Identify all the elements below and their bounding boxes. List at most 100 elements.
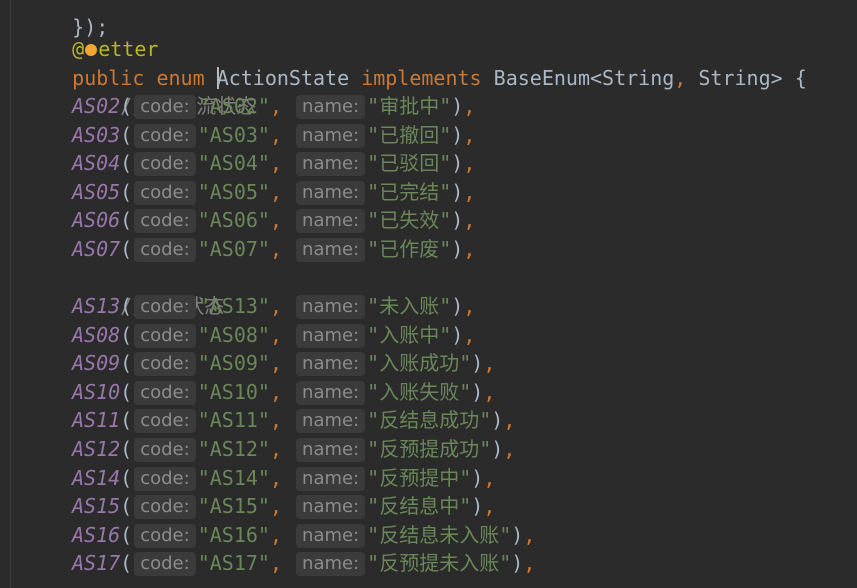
code-comment: // 工作流状态 xyxy=(24,63,256,118)
enum-constant-name[interactable]: AS13 xyxy=(72,294,120,318)
enum-constant-name[interactable]: AS10 xyxy=(72,380,120,404)
label-string: "未入账" xyxy=(367,294,452,318)
label-string: "反预提未入账" xyxy=(367,551,512,576)
enum-constant-line[interactable]: AS02(code: "AS02", name: "审批中"), xyxy=(24,92,475,121)
enum-constant-name[interactable]: AS07 xyxy=(72,237,120,261)
enum-constant-name[interactable]: AS08 xyxy=(72,323,120,347)
close-paren: ) xyxy=(471,351,484,376)
comma: , xyxy=(269,294,282,318)
enum-constant-line[interactable]: AS10(code: "AS10", name: "入账失败"), xyxy=(24,378,495,407)
open-paren: ( xyxy=(120,94,133,118)
param-hint-code: code: xyxy=(134,495,196,520)
label-string: "反结息成功" xyxy=(367,408,492,433)
param-hint-code: code: xyxy=(134,523,196,548)
label-string: "入账失败" xyxy=(367,379,472,404)
enum-constant-line[interactable]: AS09(code: "AS09", name: "入账成功"), xyxy=(24,349,495,378)
close-paren: ) xyxy=(451,294,464,318)
enum-constant-line[interactable]: AS12(code: "AS12", name: "反预提成功"), xyxy=(24,435,515,464)
close-paren: ) xyxy=(511,522,524,547)
param-hint-name: name: xyxy=(296,209,366,234)
enum-constant-line[interactable]: AS17(code: "AS17", name: "反预提未入账"), xyxy=(24,549,535,578)
open-paren: ( xyxy=(120,179,133,204)
enum-constant-name[interactable]: AS14 xyxy=(72,466,120,490)
enum-constant-name[interactable]: AS16 xyxy=(72,523,120,547)
comma: , xyxy=(269,122,282,147)
comma: , xyxy=(269,379,282,404)
comma: , xyxy=(463,94,476,118)
param-hint-name: name: xyxy=(296,152,366,177)
enum-constant-line[interactable]: AS13(code: "AS13", name: "未入账"), xyxy=(24,292,475,321)
open-paren: ( xyxy=(120,237,133,261)
close-paren: ) xyxy=(471,465,484,490)
comma: , xyxy=(269,179,282,204)
enum-constant-name[interactable]: AS17 xyxy=(72,551,120,575)
keyword-implements: implements xyxy=(361,65,482,90)
code-string: "AS02" xyxy=(197,94,270,118)
param-hint-name: name: xyxy=(296,95,366,119)
comma: , xyxy=(503,408,516,433)
interface-name[interactable]: BaseEnum<String xyxy=(494,66,675,90)
enum-constant-name[interactable]: AS06 xyxy=(72,208,120,232)
enum-constant-line[interactable]: AS07(code: "AS07", name: "已作废"), xyxy=(24,235,475,264)
param-hint-code: code: xyxy=(134,552,196,577)
close-paren: ) xyxy=(451,94,464,118)
comma: , xyxy=(463,122,476,147)
code-string: "AS12" xyxy=(197,437,270,461)
param-hint-name: name: xyxy=(296,495,366,520)
close-paren: ) xyxy=(451,122,464,147)
close-paren: ) xyxy=(451,179,464,204)
comma: , xyxy=(523,551,536,576)
enum-constant-line[interactable]: AS15(code: "AS15", name: "反结息中"), xyxy=(24,492,495,521)
enum-constant-line[interactable]: AS03(code: "AS03", name: "已撤回"), xyxy=(24,121,475,150)
comma: , xyxy=(483,494,496,519)
enum-constant-line[interactable]: AS04(code: "AS04", name: "已驳回"), xyxy=(24,149,475,178)
open-paren: ( xyxy=(120,408,133,433)
code-string: "AS16" xyxy=(197,522,270,547)
label-string: "入账成功" xyxy=(367,351,472,376)
code-line-annotation[interactable]: @ etter xyxy=(24,6,158,61)
comma: , xyxy=(269,522,282,547)
close-paren: ) xyxy=(451,322,464,347)
enum-constant-line[interactable]: AS05(code: "AS05", name: "已完结"), xyxy=(24,178,475,207)
code-string: "AS09" xyxy=(197,351,270,376)
open-paren: ( xyxy=(120,494,133,519)
code-line-declaration[interactable]: public enum ActionState implements BaseE… xyxy=(24,35,807,90)
interface-generic-rest: String> { xyxy=(686,65,807,90)
comma: , xyxy=(483,379,496,404)
comma: , xyxy=(269,94,282,118)
enum-constant-name[interactable]: AS03 xyxy=(72,123,120,147)
editor-gutter-divider xyxy=(10,0,11,588)
param-hint-code: code: xyxy=(134,295,196,319)
enum-constant-name[interactable]: AS09 xyxy=(72,351,120,375)
param-hint-code: code: xyxy=(134,238,196,262)
enum-constant-line[interactable]: AS11(code: "AS11", name: "反结息成功"), xyxy=(24,406,515,435)
enum-constant-line[interactable]: AS16(code: "AS16", name: "反结息未入账"), xyxy=(24,521,535,550)
code-editor[interactable]: }); @ etter public enum ActionState imple… xyxy=(24,0,857,588)
comma: , xyxy=(463,237,476,261)
open-paren: ( xyxy=(120,351,133,376)
comma: , xyxy=(523,522,536,547)
enum-constant-line[interactable]: AS08(code: "AS08", name: "入账中"), xyxy=(24,321,475,350)
param-hint-code: code: xyxy=(134,95,196,119)
enum-constant-name[interactable]: AS02 xyxy=(72,94,120,118)
label-string: "已撤回" xyxy=(367,122,452,147)
param-hint-code: code: xyxy=(134,180,196,205)
label-string: "反预提中" xyxy=(367,465,472,490)
code-string: "AS11" xyxy=(197,408,270,433)
comma: , xyxy=(269,237,282,261)
param-hint-code: code: xyxy=(134,323,196,348)
enum-constant-name[interactable]: AS05 xyxy=(72,180,120,204)
enum-constant-name[interactable]: AS04 xyxy=(72,151,120,175)
code-string: "AS13" xyxy=(197,294,270,318)
param-hint-code: code: xyxy=(134,209,196,234)
comma: , xyxy=(463,294,476,318)
enum-constant-line[interactable]: AS14(code: "AS14", name: "反预提中"), xyxy=(24,464,495,493)
enum-constant-line[interactable]: AS06(code: "AS06", name: "已失效"), xyxy=(24,206,475,235)
enum-constant-name[interactable]: AS15 xyxy=(72,494,120,518)
code-string: "AS06" xyxy=(197,208,270,233)
comma: , xyxy=(269,494,282,519)
enum-constant-name[interactable]: AS11 xyxy=(72,408,120,432)
comma: , xyxy=(483,351,496,376)
close-paren: ) xyxy=(491,408,504,433)
enum-constant-name[interactable]: AS12 xyxy=(72,437,120,461)
